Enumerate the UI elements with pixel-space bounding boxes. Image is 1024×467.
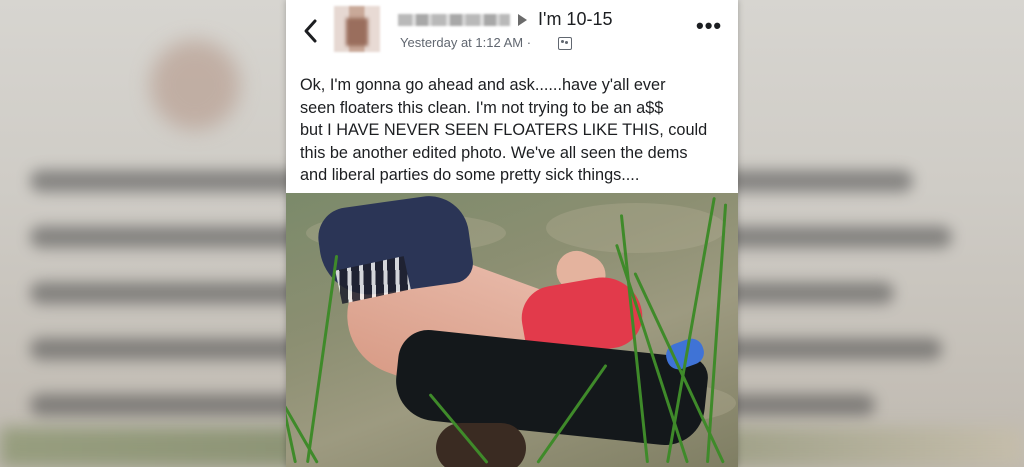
- photo-hair: [436, 423, 526, 467]
- background-blurred-avatar: [150, 40, 240, 130]
- more-options-button[interactable]: •••: [696, 15, 722, 37]
- audience-icon: [558, 37, 572, 50]
- post-body-text: Ok, I'm gonna go ahead and ask......have…: [300, 76, 708, 185]
- post-photo[interactable]: [286, 193, 738, 467]
- post-header: I'm 10-15 Yesterday at 1:12 AM · •••: [286, 0, 738, 60]
- group-name[interactable]: I'm 10-15: [538, 9, 612, 30]
- triangle-right-icon: [518, 14, 527, 26]
- facebook-post-card: I'm 10-15 Yesterday at 1:12 AM · ••• Ok,…: [286, 0, 738, 467]
- chevron-left-icon[interactable]: [302, 18, 320, 44]
- post-timestamp[interactable]: Yesterday at 1:12 AM ·: [400, 35, 531, 50]
- author-name-redacted[interactable]: [398, 14, 510, 26]
- avatar[interactable]: [334, 6, 380, 52]
